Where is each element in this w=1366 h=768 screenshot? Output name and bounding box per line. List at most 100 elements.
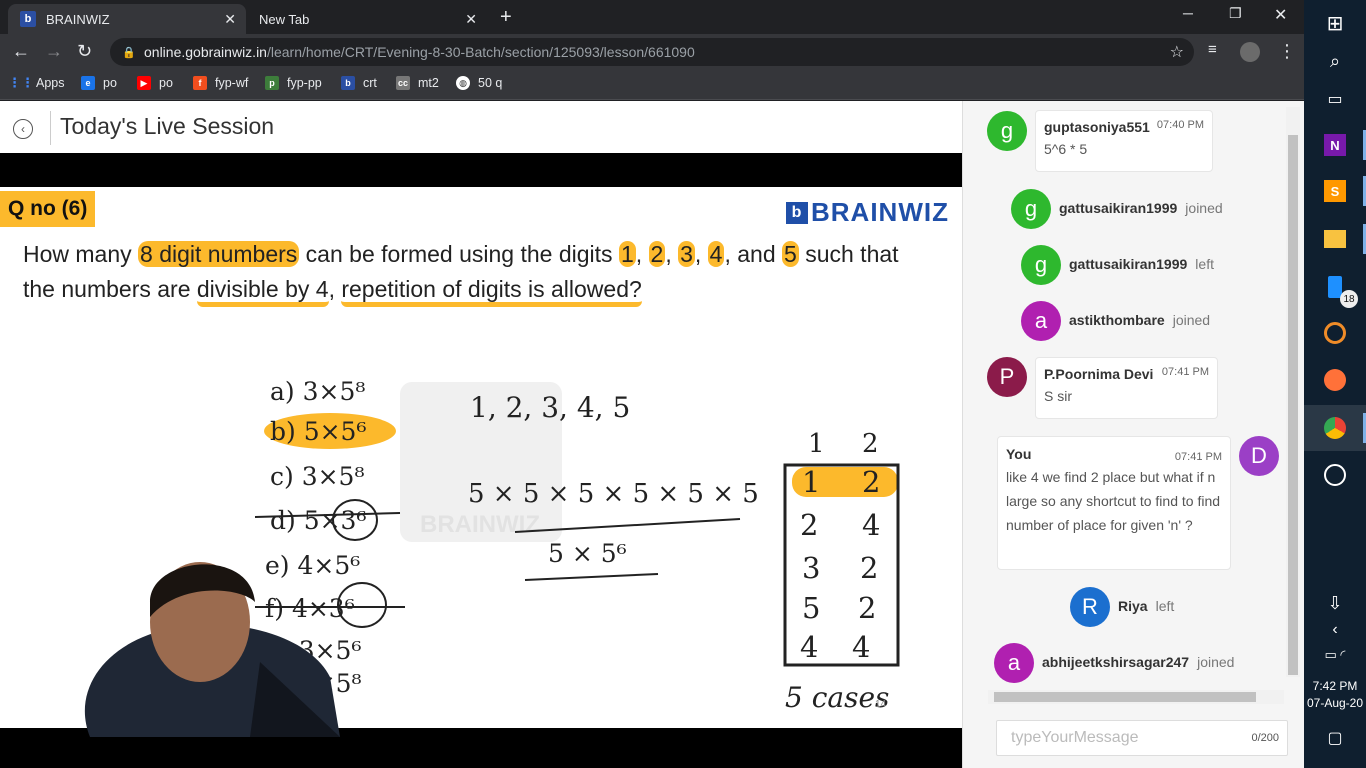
chat-text: like 4 we find 2 place but what if n lar…	[1006, 469, 1221, 533]
apps-grid-icon: ⋮⋮	[8, 75, 34, 90]
bookmark-fyp-wf[interactable]: f fyp-wf	[193, 76, 248, 90]
message-input[interactable]: typeYourMessage 0/200	[996, 720, 1288, 756]
url-path: /learn/home/CRT/Evening-8-30-Batch/secti…	[266, 44, 695, 60]
bookmark-po-1[interactable]: e po	[81, 76, 117, 90]
bookmark-label: po	[103, 76, 117, 90]
close-window-icon[interactable]: ✕	[1274, 5, 1287, 25]
profile-avatar[interactable]	[1240, 42, 1260, 62]
table-cell: 4	[852, 630, 870, 664]
bookmark-label: fyp-wf	[215, 76, 249, 90]
taskbar-clock[interactable]: 7:42 PM 07-Aug-20	[1304, 678, 1366, 712]
onenote-icon[interactable]: N	[1304, 122, 1366, 168]
chat-time: 07:41 PM	[1174, 451, 1222, 463]
chat-username: astikthombare	[1069, 312, 1165, 328]
bookmark-fyp-pp[interactable]: p fyp-pp	[265, 76, 322, 90]
live-video[interactable]: Q no (6) b BRAINWIZ How many 8 digit numb…	[0, 153, 962, 768]
forward-arrow-icon[interactable]: →	[45, 41, 63, 62]
brainwiz-icon: b	[341, 76, 355, 90]
table-cell: 1	[802, 465, 820, 499]
firefox-icon[interactable]	[1304, 357, 1366, 403]
bookmark-label: po	[159, 76, 173, 90]
option-d: d) 5×3⁶	[270, 506, 366, 535]
minimize-icon[interactable]: ─	[1183, 5, 1193, 21]
chat-action: joined	[1185, 200, 1223, 216]
work-line: 5 × 5 × 5 × 5 × 5 × 5	[468, 479, 759, 509]
bookmark-label: mt2	[418, 76, 439, 90]
chat-username: gattusaikiran1999	[1069, 256, 1188, 272]
close-tab-icon[interactable]: ✕	[224, 11, 236, 28]
svg-text:BRAINWIZ: BRAINWIZ	[420, 511, 540, 538]
xbox-icon[interactable]	[1304, 452, 1366, 498]
youtube-icon: ▶	[137, 76, 151, 90]
chat-system-event: astikthombare joined	[1069, 312, 1210, 328]
cc-icon: cc	[396, 76, 410, 90]
address-bar[interactable]: 🔒 online.gobrainwiz.in/learn/home/CRT/Ev…	[110, 38, 1194, 66]
tab-brainwiz[interactable]: b BRAINWIZ ✕	[8, 4, 246, 34]
chat-text: 5^6 * 5	[1044, 141, 1088, 157]
presenter-video	[84, 562, 340, 737]
scrollbar-thumb[interactable]	[1288, 135, 1298, 675]
menu-kebab-icon[interactable]: ⋮	[1278, 41, 1296, 62]
bookmark-star-icon[interactable]: ☆	[1170, 42, 1184, 62]
bookmark-crt[interactable]: b crt	[341, 76, 377, 90]
table-cell: 3	[802, 551, 820, 585]
new-tab-button[interactable]: +	[500, 6, 512, 29]
media-control-icon[interactable]: ≡	[1208, 41, 1217, 58]
chat-username: abhijeetkshirsagar247	[1042, 654, 1190, 670]
chat-action: joined	[1172, 312, 1211, 328]
phone-app-icon[interactable]: 18	[1304, 264, 1366, 310]
bookmark-label: crt	[363, 76, 377, 90]
table-cell: 2	[800, 508, 818, 542]
option-a: a) 3×5⁸	[270, 377, 365, 406]
chat-text: S sir	[1044, 388, 1072, 404]
page-title: Today's Live Session	[60, 113, 275, 139]
back-arrow-icon[interactable]: ←	[12, 41, 30, 62]
char-counter: 0/200	[1251, 732, 1279, 744]
browser-toolbar: ← → ↻ 🔒 online.gobrainwiz.in/learn/home/…	[0, 34, 1304, 70]
option-b: b) 5×5⁶	[270, 417, 366, 446]
chat-username: Riya	[1118, 598, 1148, 614]
option-c: c) 3×5⁸	[270, 462, 364, 491]
notification-icon[interactable]: ▢	[1304, 715, 1366, 761]
badge-count: 18	[1340, 290, 1358, 308]
chat-action: left	[1155, 598, 1175, 614]
task-view-icon[interactable]: ▭	[1304, 76, 1366, 122]
avatar: D	[1239, 436, 1279, 476]
figma-icon: f	[193, 76, 207, 90]
digits-note: 1, 2, 3, 4, 5	[470, 391, 630, 424]
chat-time: 07:41 PM	[1161, 366, 1209, 378]
back-circle-icon[interactable]: ‹	[13, 119, 33, 139]
chat-action: joined	[1197, 654, 1235, 670]
table-cell: 2	[862, 465, 880, 499]
chat-horizontal-scrollbar[interactable]	[988, 690, 1284, 704]
bookmark-mt2[interactable]: cc mt2	[396, 76, 439, 90]
close-tab-icon[interactable]: ✕	[465, 11, 477, 28]
bookmark-apps[interactable]: ⋮⋮ Apps	[8, 75, 65, 90]
restore-icon[interactable]: ❐	[1229, 5, 1242, 22]
chrome-icon[interactable]	[1304, 405, 1366, 451]
scrollbar-thumb[interactable]	[994, 692, 1256, 702]
avatar: a	[994, 643, 1034, 683]
bookmark-po-2[interactable]: ▶ po	[137, 76, 173, 90]
cases-note: 5 cases	[785, 681, 889, 714]
table-header-2: 2	[862, 429, 879, 459]
chat-action: left	[1195, 256, 1214, 272]
url-host: online.gobrainwiz.in	[144, 44, 267, 60]
chat-system-event: Riya left	[1118, 598, 1174, 614]
chat-vertical-scrollbar[interactable]	[1286, 107, 1300, 677]
bookmark-50q[interactable]: ◍ 50 q	[456, 76, 502, 90]
media-player-icon[interactable]	[1304, 310, 1366, 356]
result-text: 5 × 5⁶	[548, 539, 627, 568]
chat-message-own: You 07:41 PM like 4 we find 2 place but …	[997, 436, 1231, 570]
table-cell: 2	[858, 591, 876, 625]
battery-wifi-icon[interactable]: ▭ ◜	[1304, 632, 1366, 678]
chat-username: gattusaikiran1999	[1059, 200, 1178, 216]
reload-icon[interactable]: ↻	[77, 41, 92, 62]
table-header-1: 1	[808, 429, 825, 459]
file-explorer-icon[interactable]	[1304, 216, 1366, 262]
clock-time: 7:42 PM	[1312, 679, 1358, 693]
sublime-icon[interactable]: S	[1304, 168, 1366, 214]
tab-new-tab[interactable]: New Tab ✕	[247, 4, 487, 34]
bookmarks-bar: ⋮⋮ Apps e po ▶ po f fyp-wf p fyp-pp b crt cc mt…	[0, 70, 1304, 100]
chat-system-event: gattusaikiran1999 joined	[1059, 200, 1223, 216]
